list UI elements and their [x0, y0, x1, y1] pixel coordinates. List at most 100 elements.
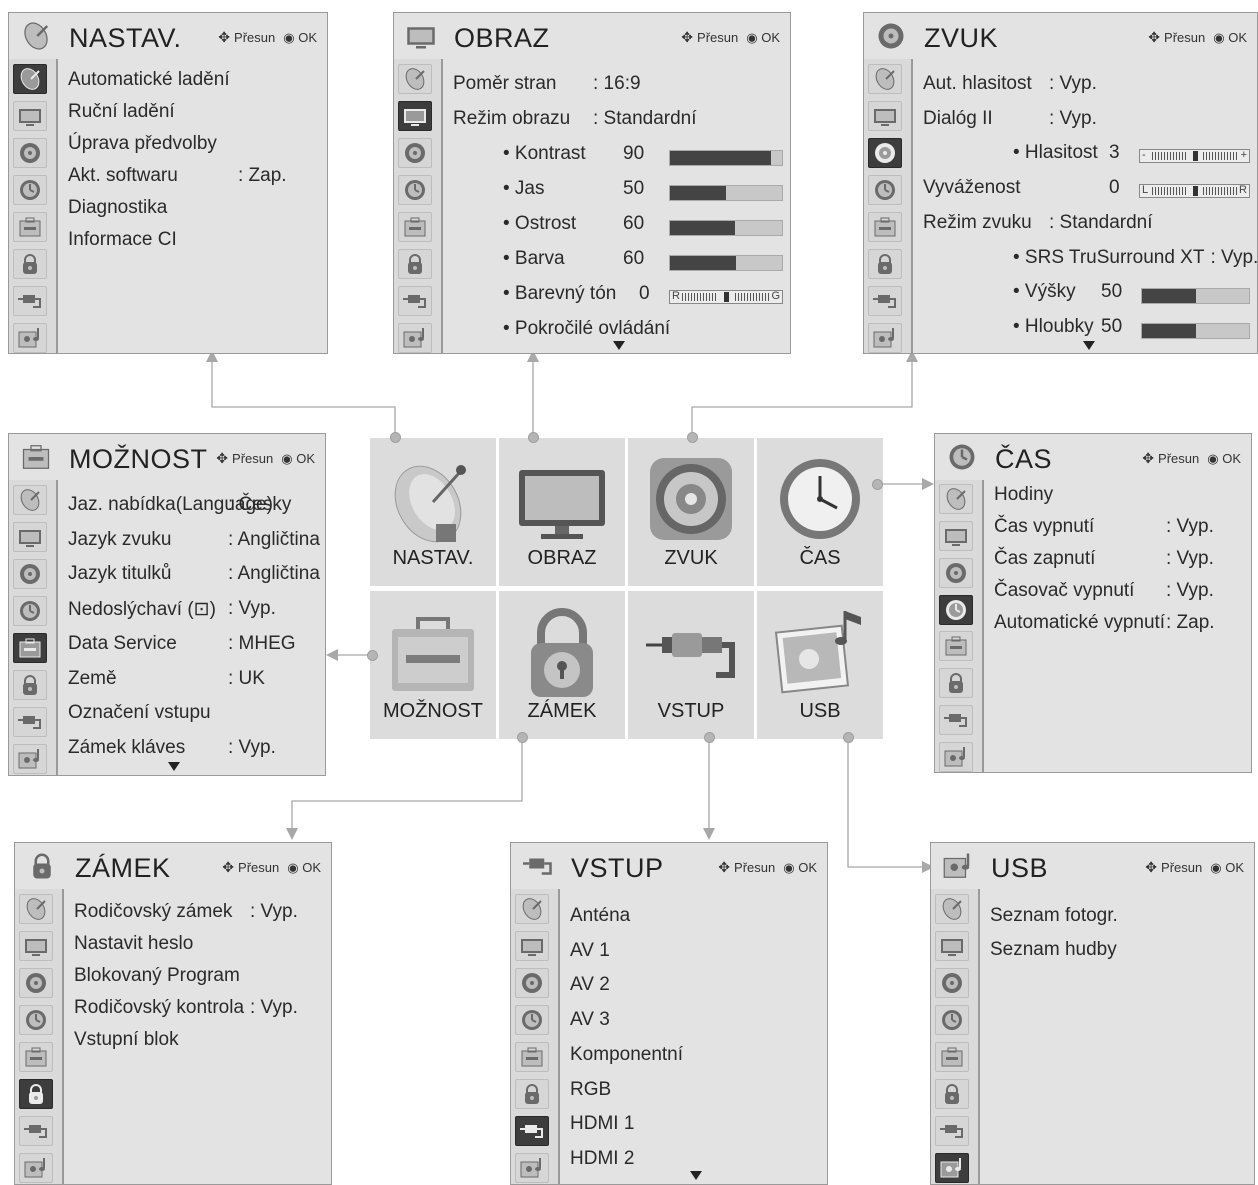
category-photo-music[interactable]	[868, 323, 902, 353]
menu-item[interactable]: Nastavit heslo	[74, 933, 193, 955]
category-speaker[interactable]	[19, 968, 53, 998]
category-speaker[interactable]	[398, 138, 432, 168]
menu-item[interactable]: Čas zapnutí: Vyp.	[994, 548, 1214, 570]
category-tv[interactable]	[868, 101, 902, 131]
category-connector[interactable]	[515, 1116, 549, 1146]
category-connector[interactable]	[398, 286, 432, 316]
category-connector[interactable]	[939, 705, 973, 735]
category-tv[interactable]	[19, 931, 53, 961]
menu-item[interactable]: • Barevný tón 0	[503, 283, 650, 305]
level-bar[interactable]	[669, 255, 783, 271]
category-speaker[interactable]	[868, 138, 902, 168]
menu-item[interactable]: Jazyk zvuku: Angličtina	[68, 529, 320, 551]
menu-item[interactable]: AV 3	[570, 1009, 610, 1031]
menu-item[interactable]: Poměr stran: 16:9	[453, 73, 641, 95]
menu-item[interactable]: Vyváženost 0	[923, 177, 1120, 199]
slider-knob[interactable]	[1192, 151, 1198, 161]
menu-item[interactable]: Rodičovský zámek: Vyp.	[74, 901, 298, 923]
category-clock[interactable]	[935, 1005, 969, 1035]
menu-item[interactable]: AV 1	[570, 940, 610, 962]
category-tv[interactable]	[515, 931, 549, 961]
balance-slider[interactable]: LR	[1139, 184, 1250, 198]
category-tv[interactable]	[939, 521, 973, 551]
category-padlock[interactable]	[19, 1079, 53, 1109]
category-photo-music[interactable]	[13, 744, 47, 774]
menu-item[interactable]: Automatické ladění	[68, 69, 230, 91]
category-tv[interactable]	[13, 522, 47, 552]
menu-item[interactable]: Režim zvuku: Standardní	[923, 212, 1153, 234]
scroll-down-icon[interactable]	[1083, 341, 1095, 350]
menu-item[interactable]: Hodiny	[994, 484, 1053, 506]
category-tv[interactable]	[13, 101, 47, 131]
category-photo-music[interactable]	[398, 323, 432, 353]
category-connector[interactable]	[13, 707, 47, 737]
menu-item[interactable]: AV 2	[570, 974, 610, 996]
menu-item[interactable]: Diagnostika	[68, 197, 167, 219]
category-satellite-dish[interactable]	[515, 894, 549, 924]
category-connector[interactable]	[13, 286, 47, 316]
category-toolbox[interactable]	[398, 212, 432, 242]
menu-item[interactable]: Označení vstupu	[68, 702, 211, 724]
level-bar[interactable]	[669, 220, 783, 236]
menu-item[interactable]: • Pokročilé ovládání	[503, 318, 670, 340]
menu-item[interactable]: Země: UK	[68, 668, 265, 690]
category-toolbox[interactable]	[13, 633, 47, 663]
level-bar[interactable]	[1141, 288, 1250, 304]
level-bar[interactable]	[669, 150, 783, 166]
tile-vstup[interactable]: VSTUP	[628, 591, 754, 739]
category-clock[interactable]	[13, 175, 47, 205]
category-photo-music[interactable]	[515, 1153, 549, 1183]
category-speaker[interactable]	[13, 138, 47, 168]
category-padlock[interactable]	[868, 249, 902, 279]
category-photo-music[interactable]	[935, 1153, 969, 1183]
category-connector[interactable]	[19, 1116, 53, 1146]
menu-item[interactable]: Seznam hudby	[990, 939, 1117, 961]
menu-item[interactable]: Blokovaný Program	[74, 965, 240, 987]
menu-item[interactable]: Anténa	[570, 905, 630, 927]
menu-item[interactable]: Úprava předvolby	[68, 133, 217, 155]
menu-item[interactable]: Data Service: MHEG	[68, 633, 296, 655]
menu-item[interactable]: • SRS TruSurround XT: Vyp.	[1013, 247, 1258, 269]
scroll-down-icon[interactable]	[690, 1171, 702, 1180]
category-toolbox[interactable]	[13, 212, 47, 242]
menu-item[interactable]: Informace CI	[68, 229, 177, 251]
tile-moznost[interactable]: MOŽNOST	[370, 591, 496, 739]
category-tv[interactable]	[398, 101, 432, 131]
menu-item[interactable]: Vstupní blok	[74, 1029, 179, 1051]
category-connector[interactable]	[868, 286, 902, 316]
menu-item[interactable]: Čas vypnutí: Vyp.	[994, 516, 1214, 538]
category-clock[interactable]	[19, 1005, 53, 1035]
category-clock[interactable]	[515, 1005, 549, 1035]
category-connector[interactable]	[935, 1116, 969, 1146]
menu-item[interactable]: HDMI 2	[570, 1148, 634, 1170]
category-photo-music[interactable]	[19, 1153, 53, 1183]
menu-item[interactable]: Zámek kláves: Vyp.	[68, 737, 276, 759]
balance-slider[interactable]: RG	[669, 290, 783, 304]
menu-item[interactable]: Aut. hlasitost: Vyp.	[923, 73, 1097, 95]
category-photo-music[interactable]	[13, 323, 47, 353]
slider-knob[interactable]	[724, 292, 729, 302]
menu-item[interactable]: Akt. softwaru: Zap.	[68, 165, 287, 187]
menu-item[interactable]: • Hlasitost 3	[1013, 142, 1120, 164]
category-clock[interactable]	[13, 596, 47, 626]
category-tv[interactable]	[935, 931, 969, 961]
scroll-down-icon[interactable]	[613, 341, 625, 350]
category-satellite-dish[interactable]	[868, 64, 902, 94]
category-toolbox[interactable]	[19, 1042, 53, 1072]
category-clock[interactable]	[398, 175, 432, 205]
category-clock[interactable]	[868, 175, 902, 205]
level-bar[interactable]	[669, 185, 783, 201]
menu-item[interactable]: Dialóg II: Vyp.	[923, 108, 1097, 130]
tile-obraz[interactable]: OBRAZ	[499, 438, 625, 586]
menu-item[interactable]: Komponentní	[570, 1044, 683, 1066]
tile-zamek[interactable]: ZÁMEK	[499, 591, 625, 739]
category-padlock[interactable]	[13, 670, 47, 700]
menu-item[interactable]: Časovač vypnutí: Vyp.	[994, 580, 1214, 602]
menu-item[interactable]: Režim obrazu: Standardní	[453, 108, 697, 130]
category-satellite-dish[interactable]	[935, 894, 969, 924]
category-satellite-dish[interactable]	[13, 485, 47, 515]
menu-item[interactable]: • Ostrost 60	[503, 213, 644, 235]
category-speaker[interactable]	[13, 559, 47, 589]
menu-item[interactable]: Ruční ladění	[68, 101, 175, 123]
menu-item[interactable]: HDMI 1	[570, 1113, 634, 1135]
